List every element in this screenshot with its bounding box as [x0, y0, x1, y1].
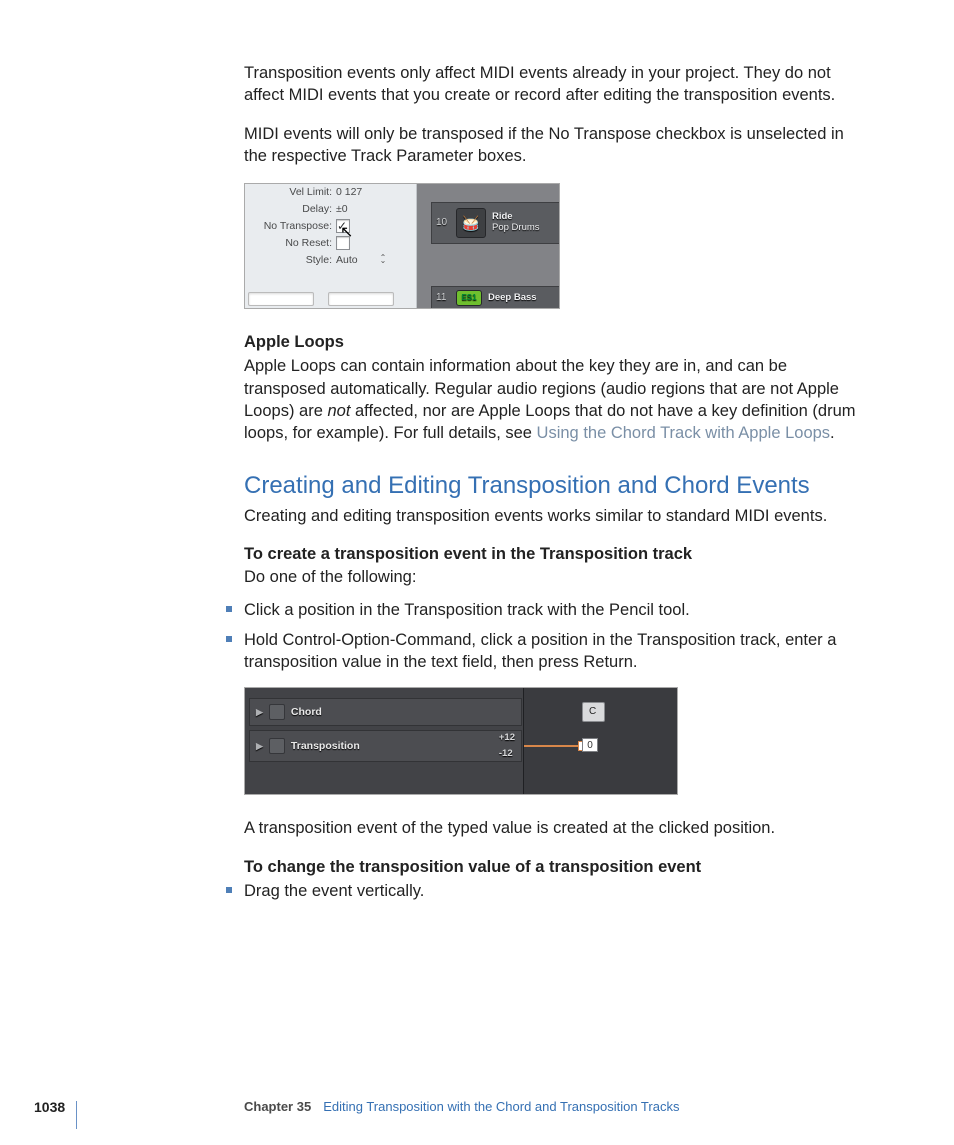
section-heading: Creating and Editing Transposition and C…: [244, 470, 866, 502]
chord-track-header[interactable]: ▶ Chord: [249, 698, 522, 726]
chapter-reference: Chapter 35 Editing Transposition with the…: [244, 1098, 679, 1116]
procedure-title: To create a transposition event in the T…: [244, 543, 866, 565]
figure-transposition-track: ▶ Chord ▶ Transposition +12 -12 C 0: [244, 687, 678, 795]
link-chord-track-apple-loops[interactable]: Using the Chord Track with Apple Loops: [537, 424, 831, 442]
delay-value: ±0: [336, 202, 348, 216]
transposition-label: Transposition: [291, 739, 360, 753]
lock-icon[interactable]: [269, 704, 285, 720]
track-subtitle: Pop Drums: [492, 223, 540, 234]
track-row[interactable]: 10 🥁 Ride Pop Drums: [431, 202, 560, 244]
paragraph: Transposition events only affect MIDI ev…: [244, 62, 866, 107]
style-label: Style:: [244, 253, 336, 267]
style-stepper-icon[interactable]: [380, 255, 390, 265]
vel-limit-label: Vel Limit:: [244, 185, 336, 199]
disclosure-triangle-icon[interactable]: ▶: [256, 740, 263, 752]
paragraph: MIDI events will only be transposed if t…: [244, 123, 866, 168]
list-item: Click a position in the Transposition tr…: [226, 599, 866, 621]
chord-event-c[interactable]: C: [582, 702, 605, 722]
no-reset-checkbox[interactable]: [336, 236, 350, 250]
figure-track-parameters: Vel Limit: 0 127 Delay: ±0 No Transpose:…: [244, 183, 560, 309]
vel-limit-value: 0 127: [336, 185, 362, 199]
disclosure-triangle-icon[interactable]: ▶: [256, 706, 263, 718]
es1-plugin-icon: ES1: [456, 290, 482, 306]
procedure-subtitle: Do one of the following:: [244, 566, 866, 588]
track-row[interactable]: 11 ES1 Deep Bass: [431, 286, 560, 309]
paragraph: A transposition event of the typed value…: [244, 817, 866, 839]
text: .: [830, 424, 835, 442]
bullet-list: Drag the event vertically.: [226, 880, 866, 902]
plus12-label: +12: [499, 732, 515, 745]
apple-loops-heading: Apple Loops: [244, 331, 866, 353]
slider[interactable]: [248, 292, 314, 306]
track-title: Deep Bass: [488, 293, 537, 304]
style-value[interactable]: Auto: [336, 253, 358, 267]
chapter-label: Chapter 35: [244, 1099, 311, 1114]
transposition-line: [524, 745, 582, 747]
drum-kit-icon: 🥁: [456, 208, 486, 238]
footer-rule: [76, 1101, 77, 1129]
track-number: 10: [436, 216, 450, 230]
bullet-list: Click a position in the Transposition tr…: [226, 599, 866, 674]
list-item: Drag the event vertically.: [226, 880, 866, 902]
page-number: 1038: [34, 1098, 65, 1117]
page-content: Transposition events only affect MIDI ev…: [0, 0, 954, 902]
no-transpose-label: No Transpose:: [244, 219, 336, 233]
inspector-panel: Vel Limit: 0 127 Delay: ±0 No Transpose:…: [244, 183, 417, 309]
apple-loops-paragraph: Apple Loops can contain information abou…: [244, 355, 866, 444]
transposition-track-header[interactable]: ▶ Transposition +12 -12: [249, 730, 522, 762]
lock-icon[interactable]: [269, 738, 285, 754]
transposition-value-input[interactable]: 0: [582, 738, 598, 752]
section-intro: Creating and editing transposition event…: [244, 505, 866, 527]
chapter-title-link[interactable]: Editing Transposition with the Chord and…: [323, 1099, 679, 1114]
no-transpose-checkbox[interactable]: [336, 219, 350, 233]
chord-label: Chord: [291, 705, 322, 719]
list-item: Hold Control-Option-Command, click a pos…: [226, 629, 866, 674]
procedure-title: To change the transposition value of a t…: [244, 856, 866, 878]
track-list: 10 🥁 Ride Pop Drums 11 ES1 Deep Bass: [431, 192, 560, 309]
track-lane[interactable]: C 0: [523, 688, 677, 794]
no-reset-label: No Reset:: [244, 236, 336, 250]
emphasis-not: not: [327, 402, 350, 420]
delay-label: Delay:: [244, 202, 336, 216]
slider[interactable]: [328, 292, 394, 306]
track-number: 11: [436, 291, 450, 305]
minus12-label: -12: [499, 748, 515, 761]
